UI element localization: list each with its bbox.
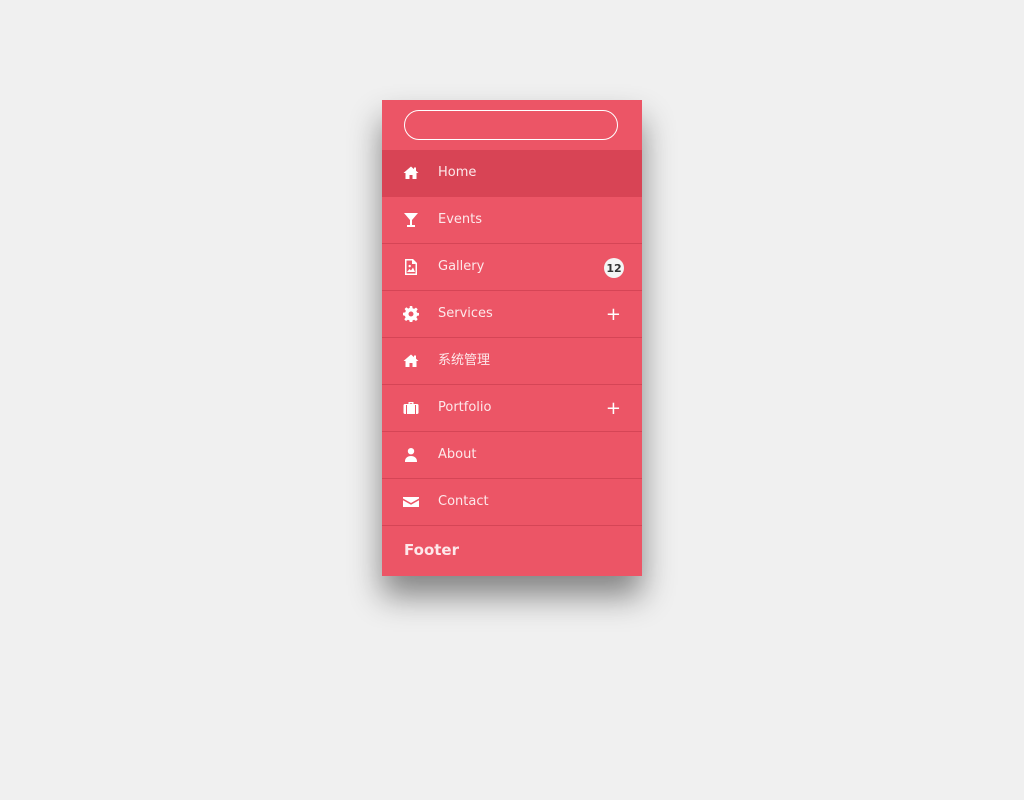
menu-item-portfolio[interactable]: Portfolio + [382,385,642,432]
menu-item-system-management[interactable]: 系统管理 [382,338,642,385]
expand-plus-icon[interactable]: + [606,400,621,418]
image-file-icon [402,258,420,276]
nav-menu: Home Events Gallery 12 Services + 系统管理 P… [382,150,642,526]
search-input[interactable] [404,110,618,140]
menu-item-about[interactable]: About [382,432,642,479]
menu-item-contact[interactable]: Contact [382,479,642,526]
menu-item-label: Portfolio [438,400,492,415]
menu-item-events[interactable]: Events [382,197,642,244]
menu-item-services[interactable]: Services + [382,291,642,338]
user-icon [402,446,420,464]
search-area [382,100,642,150]
menu-item-label: Home [438,165,477,180]
count-badge: 12 [604,258,624,278]
sidebar-menu-panel: Home Events Gallery 12 Services + 系统管理 P… [382,100,642,576]
briefcase-icon [402,399,420,417]
home-icon [402,352,420,370]
expand-plus-icon[interactable]: + [606,306,621,324]
menu-item-label: 系统管理 [438,353,491,368]
menu-item-home[interactable]: Home [382,150,642,197]
menu-item-gallery[interactable]: Gallery 12 [382,244,642,291]
menu-item-label: Services [438,306,493,321]
menu-item-label: About [438,447,477,462]
envelope-icon [402,493,420,511]
gear-icon [402,305,420,323]
menu-item-label: Gallery [438,259,485,274]
menu-item-label: Events [438,212,483,227]
menu-item-label: Contact [438,494,489,509]
cocktail-glass-icon [402,211,420,229]
home-icon [402,164,420,182]
sidebar-footer: Footer [404,541,459,559]
